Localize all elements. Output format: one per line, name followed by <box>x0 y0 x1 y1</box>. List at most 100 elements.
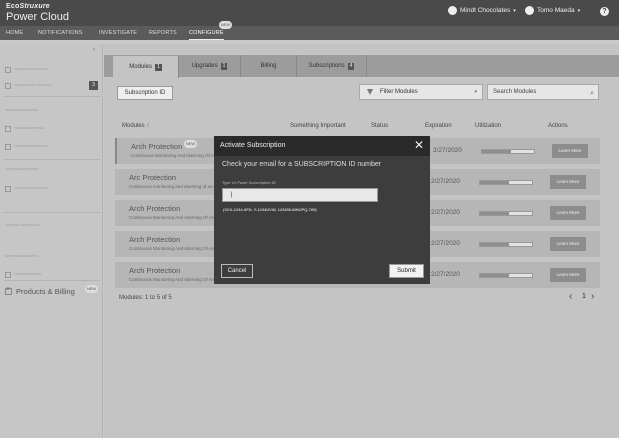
pagination-summary: Modules: 1 to 5 of 5 <box>119 295 172 301</box>
sidebar-item[interactable]: ~~~~~~~~~~ <box>5 124 100 134</box>
sidebar-item-label: Products & Billing <box>16 287 75 296</box>
sidebar-item-label: ~~~~~~~~~~~ <box>14 67 48 73</box>
logo-prefix: Eco <box>6 3 20 10</box>
utilization-bar <box>479 273 533 278</box>
column-header-status[interactable]: Status <box>371 123 388 129</box>
column-header-something[interactable]: Something Important <box>290 123 346 129</box>
modal-header: Activate Subscription ✕ <box>214 136 430 156</box>
learn-more-button[interactable]: Learn More <box>550 175 586 189</box>
input-label: Type Or Paste Subscription ID <box>222 180 276 185</box>
utilization-bar <box>479 242 533 247</box>
sidebar-item[interactable]: ~~~~~~~~~~~ <box>5 184 100 194</box>
chevron-right-icon[interactable]: › <box>591 291 594 302</box>
utilization-bar <box>479 180 533 185</box>
learn-more-button[interactable]: Learn More <box>552 144 588 158</box>
module-name: Arch Protection <box>129 235 181 244</box>
sidebar-item[interactable]: ~~~~~~~~~ <box>5 270 100 280</box>
module-name: Arch Protection <box>131 142 183 151</box>
tab-subscriptions[interactable]: Subscriptions 4 <box>297 55 367 77</box>
building-icon <box>448 6 457 15</box>
module-name: Arc Protection <box>129 173 177 182</box>
new-badge: NEW <box>184 140 197 148</box>
collapse-icon[interactable]: ‹ <box>93 47 95 53</box>
nav-configure[interactable]: CONFIGURE <box>189 26 224 40</box>
column-header-expiration[interactable]: Expiration <box>425 123 452 129</box>
brand[interactable]: EcoStruxure Power Cloud <box>6 3 69 23</box>
chevron-left-icon[interactable]: ‹ <box>569 291 572 302</box>
sidebar-item[interactable]: ~~~~~~~~~~~ <box>5 165 100 175</box>
sidebar-item[interactable]: ~~~~~~~~~~~ <box>5 65 100 75</box>
tab-billing[interactable]: Billing <box>241 55 297 77</box>
sidebar-item[interactable]: ~~~~~ ~~~~~~ <box>5 221 100 231</box>
tab-modules[interactable]: Modules 1 <box>113 56 179 78</box>
learn-more-button[interactable]: Learn More <box>550 237 586 251</box>
brand-logo: EcoStruxure <box>6 3 69 10</box>
main-nav: HOME NOTIFICATIONS INVESTIGATE REPORTS C… <box>0 21 619 40</box>
sidebar-item[interactable]: ~~~~~~~~~~~ <box>5 142 100 152</box>
learn-more-button[interactable]: Learn More <box>550 268 586 282</box>
new-badge: NEW <box>85 285 98 293</box>
tab-count: 1 <box>220 63 228 70</box>
sidebar-item[interactable]: ~~~~~~~ ~~~~~ <box>5 81 100 91</box>
subscription-id-button[interactable]: Subscription ID <box>117 86 173 100</box>
divider <box>4 159 100 160</box>
top-bar: EcoStruxure Power Cloud Mindt Chocolates… <box>0 0 619 26</box>
company-selector[interactable]: Mindt Chocolates ▾ <box>448 6 516 15</box>
divider <box>4 280 100 281</box>
subscription-id-input[interactable]: | <box>222 188 378 202</box>
sidebar-count-badge: 3 <box>89 81 98 90</box>
tab-label: Modules <box>129 64 152 70</box>
page-number[interactable]: 1 <box>582 293 586 300</box>
expiration-date: 2/27/2020 <box>431 178 460 185</box>
sidebar-item[interactable]: ~~~~~~~~~~~ <box>5 252 100 262</box>
nav-investigate[interactable]: INVESTIGATE <box>99 26 137 40</box>
filter-modules-select[interactable]: Filter Modules ▾ <box>359 84 483 100</box>
checkbox-icon <box>5 186 11 192</box>
user-menu[interactable]: Tomo Maeda ▾ <box>525 6 580 15</box>
nav-notifications[interactable]: NOTIFICATIONS <box>38 26 83 40</box>
submit-button[interactable]: Submit <box>389 264 424 278</box>
expiration-date: 2/27/2020 <box>431 209 460 216</box>
company-name: Mindt Chocolates <box>460 7 511 14</box>
search-input[interactable]: Search Modules ⌕ <box>487 84 599 100</box>
cancel-button[interactable]: Cancel <box>221 264 253 278</box>
sidebar-item-label: ~~~~~~~~~~~ <box>14 186 48 192</box>
tab-label: Upgrades <box>191 63 218 69</box>
utilization-bar <box>479 211 533 216</box>
chevron-down-icon: ▾ <box>474 89 477 95</box>
column-header-utilization[interactable]: Utilization <box>475 123 501 129</box>
sidebar-item-label: ~~~~~~~~~~~ <box>5 167 39 173</box>
tab-strip: Modules 1 Upgrades 1 Billing Subscriptions… <box>104 55 619 78</box>
tab-label: Subscriptions <box>308 63 345 69</box>
search-icon: ⌕ <box>590 90 594 97</box>
tab-upgrades[interactable]: Upgrades 1 <box>179 55 241 77</box>
modal-title: Activate Subscription <box>220 142 286 149</box>
filter-label: Filter Modules <box>380 89 418 95</box>
module-name: Arch Protection <box>129 204 181 213</box>
sidebar-item[interactable]: ~~~~~~~~~~~ <box>5 106 100 116</box>
learn-more-button[interactable]: Learn More <box>550 206 586 220</box>
sidebar: ‹ ~~~~~~~~~~~ ~~~~~~~ ~~~~~ 3 ~~~~~~~~~~… <box>0 44 103 438</box>
nav-reports[interactable]: REPORTS <box>149 26 177 40</box>
sidebar-item-label: ~~~~~~~~~~~ <box>5 254 39 260</box>
column-header-modules[interactable]: Modules ↑ <box>122 123 149 129</box>
utilization-bar <box>481 149 535 154</box>
expiration-date: 2/27/2020 <box>431 240 460 247</box>
modal-message: Check your email for a SUBSCRIPTION ID n… <box>222 161 382 168</box>
checkbox-icon <box>5 83 11 89</box>
activate-subscription-modal: Activate Subscription ✕ Check your email… <box>214 136 430 284</box>
help-icon[interactable]: ? <box>600 7 609 16</box>
tab-count: 1 <box>154 64 162 71</box>
logo-suffix: Struxure <box>19 3 50 10</box>
user-name: Tomo Maeda <box>537 7 575 14</box>
sidebar-item-label: ~~~~~~~~~~~ <box>5 108 39 114</box>
column-header-actions: Actions <box>548 123 568 129</box>
tab-count: 4 <box>347 63 355 70</box>
sidebar-item-products-billing[interactable]: Products & Billing <box>5 286 75 296</box>
sidebar-item-label: ~~~~~~~~~~~ <box>14 144 48 150</box>
divider <box>4 212 100 213</box>
nav-home[interactable]: HOME <box>6 26 23 40</box>
chevron-down-icon: ▾ <box>513 7 516 14</box>
close-icon[interactable]: ✕ <box>414 139 424 151</box>
checkbox-icon <box>5 286 12 295</box>
